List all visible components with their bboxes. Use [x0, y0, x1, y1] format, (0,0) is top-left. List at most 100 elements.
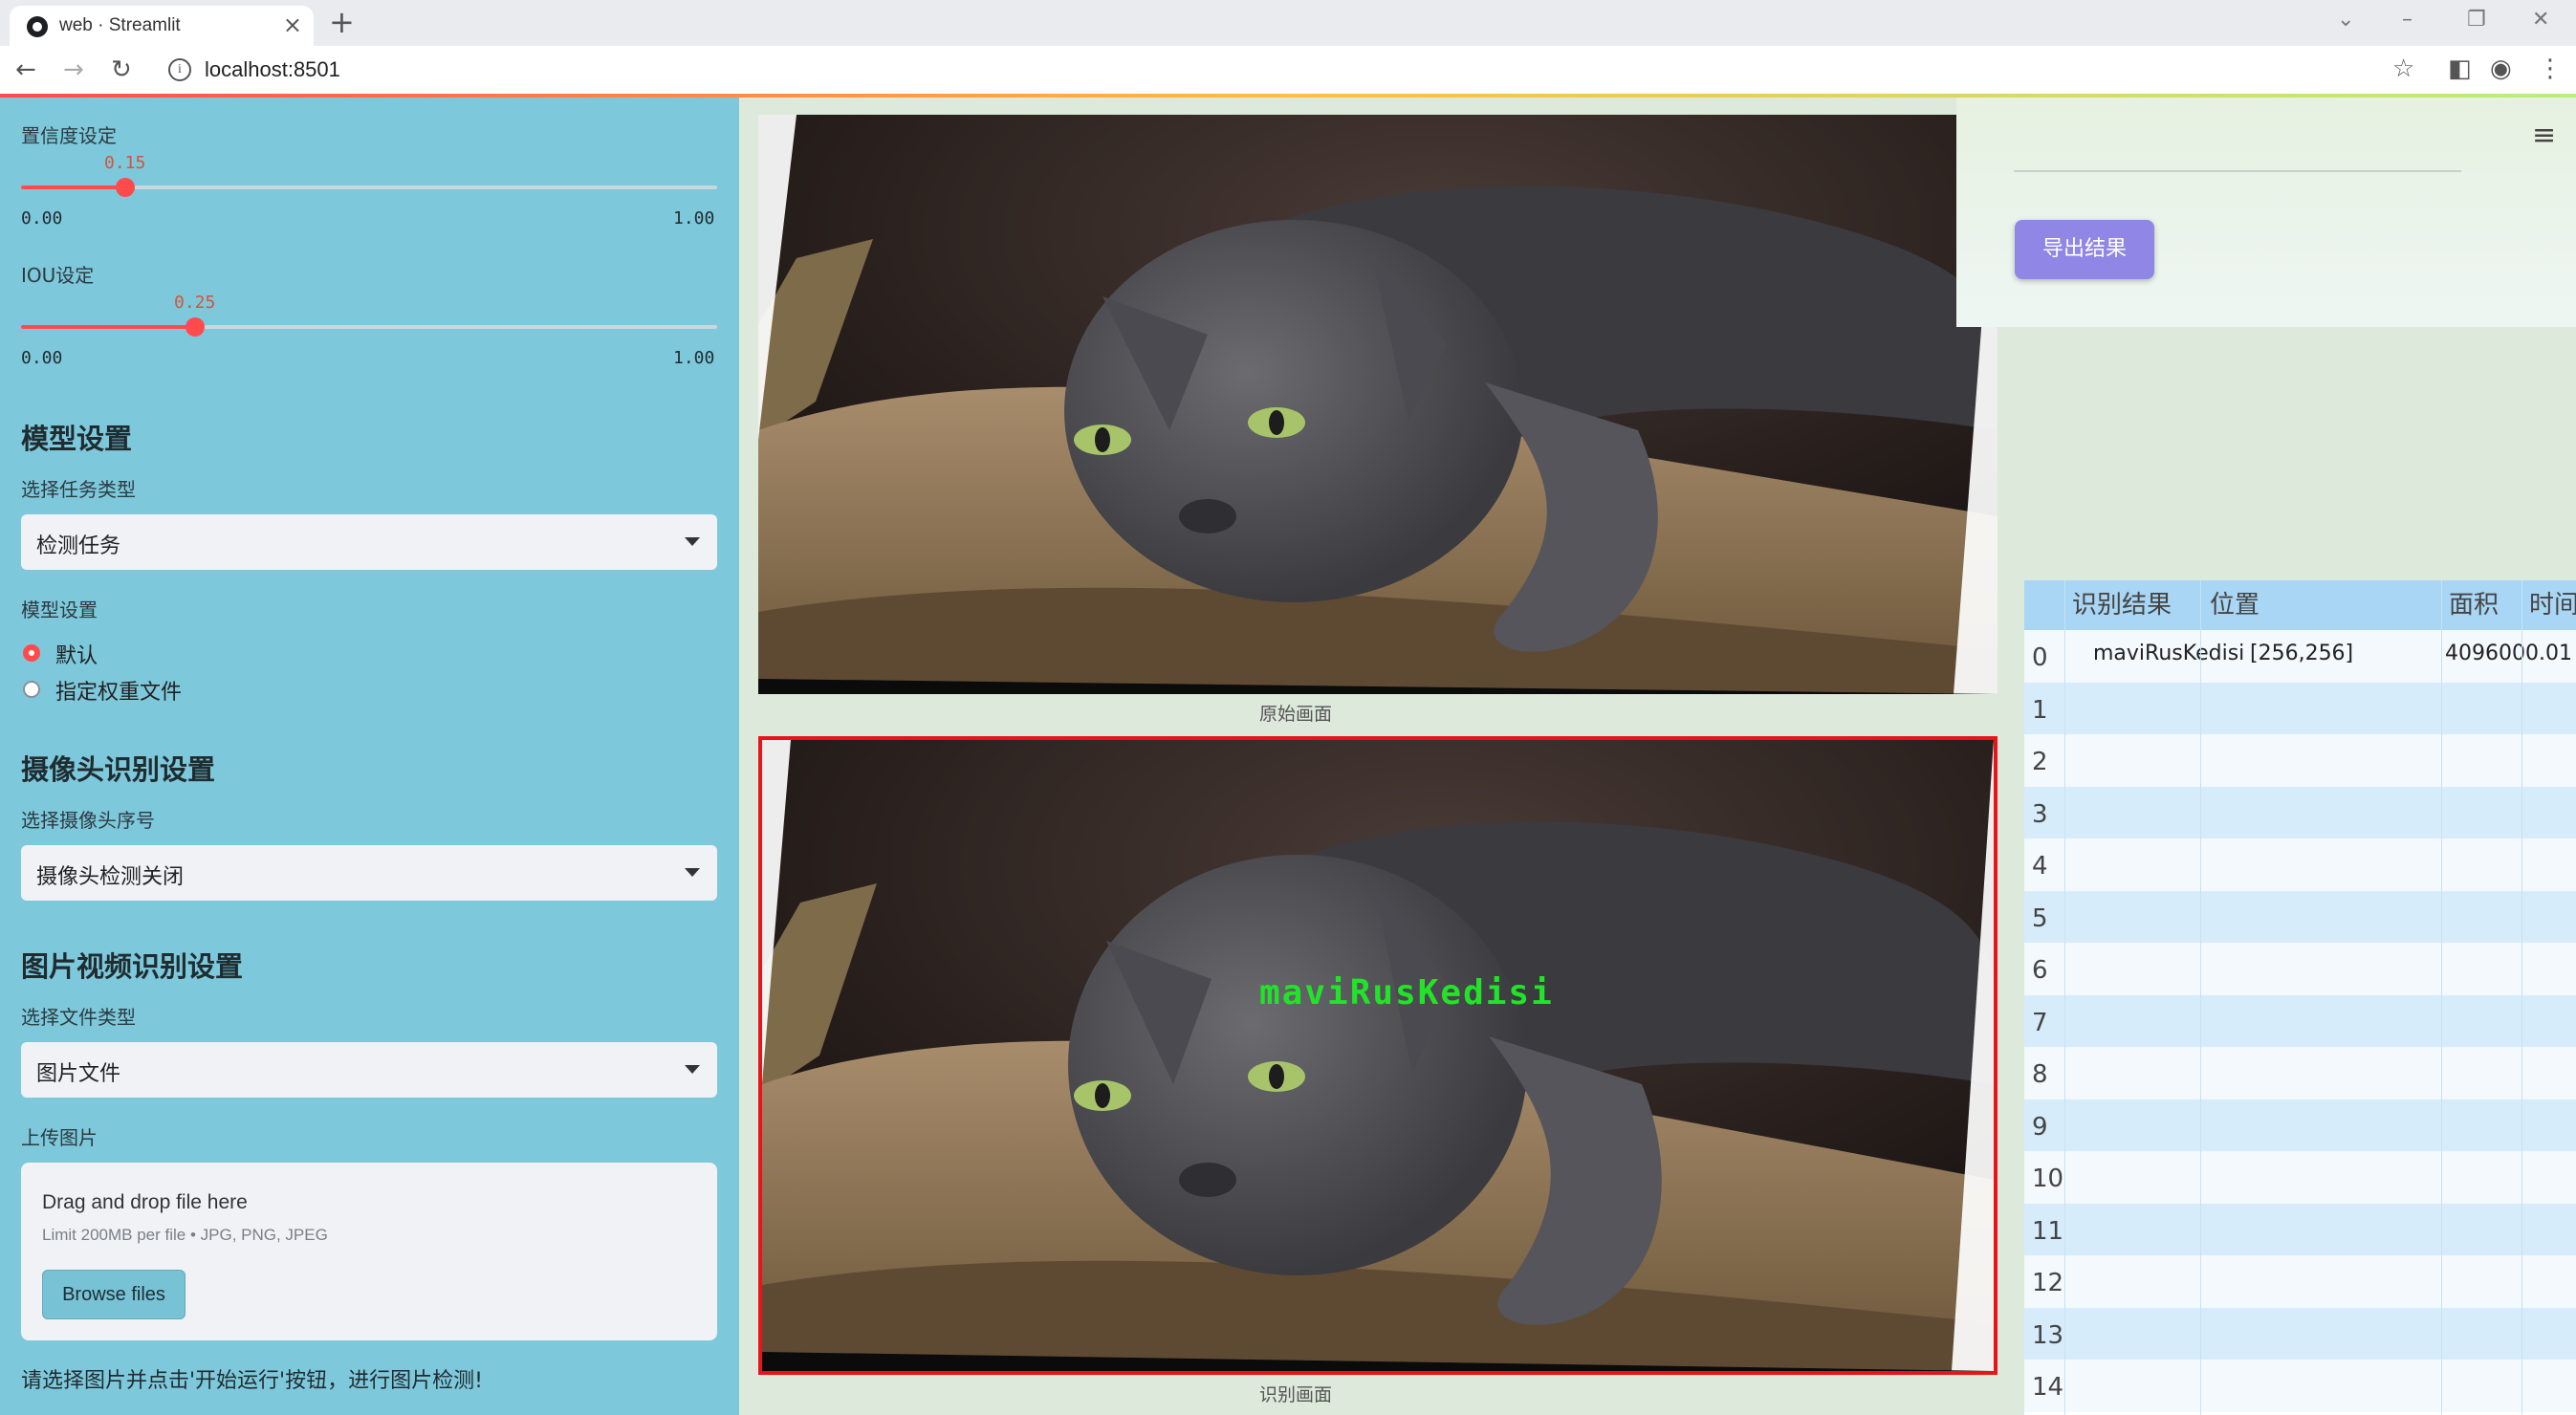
instruction-text: 请选择图片并点击'开始运行'按钮，进行图片检测!	[21, 1369, 483, 1393]
camera-index-select[interactable]: 摄像头检测关闭	[21, 845, 717, 901]
table-row[interactable]: 1	[2024, 682, 2576, 734]
address-bar: ← → ↻ i localhost:8501 ☆ ◧ ◉ ⋮	[0, 46, 2576, 95]
url-field[interactable]: localhost:8501	[205, 57, 340, 82]
chevron-down-icon	[685, 868, 700, 877]
row-index: 5	[2032, 903, 2048, 933]
browser-tab[interactable]: web · Streamlit ×	[10, 6, 314, 46]
confidence-slider-thumb[interactable]	[116, 178, 135, 197]
confidence-min: 0.00	[21, 208, 63, 229]
table-row[interactable]: 3	[2024, 786, 2576, 838]
iou-slider-fill	[21, 325, 195, 329]
column-divider	[2200, 580, 2201, 1415]
dropzone-title: Drag and drop file here	[42, 1191, 248, 1213]
bookmark-star-icon[interactable]: ☆	[2392, 54, 2414, 83]
tab-title: web · Streamlit	[59, 15, 181, 35]
radio-default-label[interactable]: 默认	[55, 639, 98, 669]
browser-menu-icon[interactable]: ⋮	[2538, 54, 2563, 83]
confidence-max: 1.00	[673, 208, 715, 229]
column-header-result[interactable]: 识别结果	[2072, 580, 2172, 630]
table-row[interactable]: 6	[2024, 943, 2576, 995]
reload-icon[interactable]: ↻	[111, 55, 132, 84]
column-header-area[interactable]: 面积	[2449, 580, 2500, 630]
table-row[interactable]: 9	[2024, 1099, 2576, 1151]
camera-index-value: 摄像头检测关闭	[36, 865, 185, 889]
task-type-label: 选择任务类型	[21, 478, 136, 501]
table-row[interactable]: 11	[2024, 1203, 2576, 1255]
table-row[interactable]: 12	[2024, 1255, 2576, 1308]
table-row[interactable]: 13	[2024, 1307, 2576, 1360]
camera-settings-header: 摄像头识别设置	[21, 753, 216, 786]
table-row[interactable]: 8	[2024, 1047, 2576, 1099]
radio-default[interactable]	[23, 644, 40, 662]
file-type-select[interactable]: 图片文件	[21, 1042, 717, 1098]
browse-files-button[interactable]: Browse files	[42, 1270, 186, 1319]
table-row[interactable]: 4	[2024, 838, 2576, 891]
back-arrow-icon[interactable]: ←	[15, 55, 36, 84]
media-settings-header: 图片视频识别设置	[21, 950, 244, 983]
browser-tab-bar: web · Streamlit × + ⌄ – ❐ ✕	[0, 0, 2576, 46]
row-index: 14	[2032, 1373, 2064, 1402]
chevron-down-icon	[685, 1065, 700, 1074]
row-index: 10	[2032, 1165, 2064, 1193]
chevron-down-icon	[685, 537, 700, 546]
column-header-position[interactable]: 位置	[2210, 580, 2260, 630]
confidence-value: 0.15	[104, 153, 146, 173]
original-image	[758, 115, 1997, 694]
minimize-icon[interactable]: –	[2402, 8, 2412, 32]
restore-icon[interactable]: ❐	[2467, 8, 2486, 32]
cell-position: [256,256]	[2250, 642, 2354, 665]
column-divider	[2441, 580, 2442, 1415]
new-tab-icon[interactable]: +	[329, 4, 355, 40]
row-index: 8	[2032, 1060, 2048, 1089]
row-index: 12	[2032, 1269, 2064, 1297]
tab-search-chevron-icon[interactable]: ⌄	[2337, 8, 2354, 32]
row-index: 1	[2032, 695, 2048, 725]
row-index: 4	[2032, 852, 2048, 881]
iou-min: 0.00	[21, 348, 63, 368]
original-caption: 原始画面	[1259, 704, 1333, 725]
iou-slider[interactable]	[21, 317, 717, 337]
model-label: 模型设置	[21, 599, 98, 621]
cat-photo-result	[762, 740, 1994, 1371]
confidence-slider[interactable]	[21, 178, 717, 197]
divider	[2014, 170, 2461, 172]
profile-avatar-icon[interactable]: ◉	[2490, 54, 2512, 83]
upload-label: 上传图片	[21, 1126, 98, 1149]
site-info-icon[interactable]: i	[168, 58, 191, 81]
table-row[interactable]: 10	[2024, 1151, 2576, 1204]
tab-close-icon[interactable]: ×	[283, 11, 302, 38]
iou-slider-thumb[interactable]	[186, 317, 205, 337]
window-close-icon[interactable]: ✕	[2532, 8, 2549, 32]
column-header-time[interactable]: 时间	[2529, 580, 2576, 630]
cat-photo-original	[758, 115, 1997, 694]
export-results-button[interactable]: 导出结果	[2015, 220, 2154, 279]
table-row[interactable]: 14	[2024, 1360, 2576, 1412]
column-divider	[2521, 580, 2522, 1415]
radio-custom-weights-label[interactable]: 指定权重文件	[55, 675, 182, 706]
result-image: maviRusKedisi	[758, 736, 1997, 1375]
table-row[interactable]: 0 maviRusKedisi [256,256] 4096000.01	[2024, 630, 2576, 683]
confidence-label: 置信度设定	[21, 124, 117, 147]
confidence-slider-fill	[21, 185, 125, 189]
side-panel-icon[interactable]: ◧	[2448, 54, 2472, 83]
results-table[interactable]: 识别结果 位置 面积 时间 0 maviRusKedisi [256,256] 409…	[2024, 580, 2576, 1415]
result-caption: 识别画面	[1259, 1384, 1333, 1405]
cell-area: 4096000.01	[2445, 642, 2572, 665]
hamburger-menu-icon[interactable]: ≡	[2532, 119, 2556, 152]
iou-max: 1.00	[673, 348, 715, 368]
forward-arrow-icon[interactable]: →	[63, 55, 84, 84]
radio-custom-weights[interactable]	[23, 681, 40, 698]
file-type-label: 选择文件类型	[21, 1006, 136, 1029]
task-type-select[interactable]: 检测任务	[21, 514, 717, 570]
model-settings-header: 模型设置	[21, 423, 133, 455]
row-index: 3	[2032, 799, 2048, 829]
row-index: 11	[2032, 1216, 2064, 1246]
row-index: 13	[2032, 1320, 2064, 1350]
table-row[interactable]: 2	[2024, 734, 2576, 787]
camera-index-label: 选择摄像头序号	[21, 809, 155, 832]
file-dropzone[interactable]: Drag and drop file here Limit 200MB per …	[21, 1163, 717, 1340]
table-row[interactable]: 7	[2024, 994, 2576, 1047]
detection-label: maviRusKedisi	[1259, 973, 1554, 1012]
row-index: 7	[2032, 1008, 2048, 1037]
table-row[interactable]: 5	[2024, 890, 2576, 943]
